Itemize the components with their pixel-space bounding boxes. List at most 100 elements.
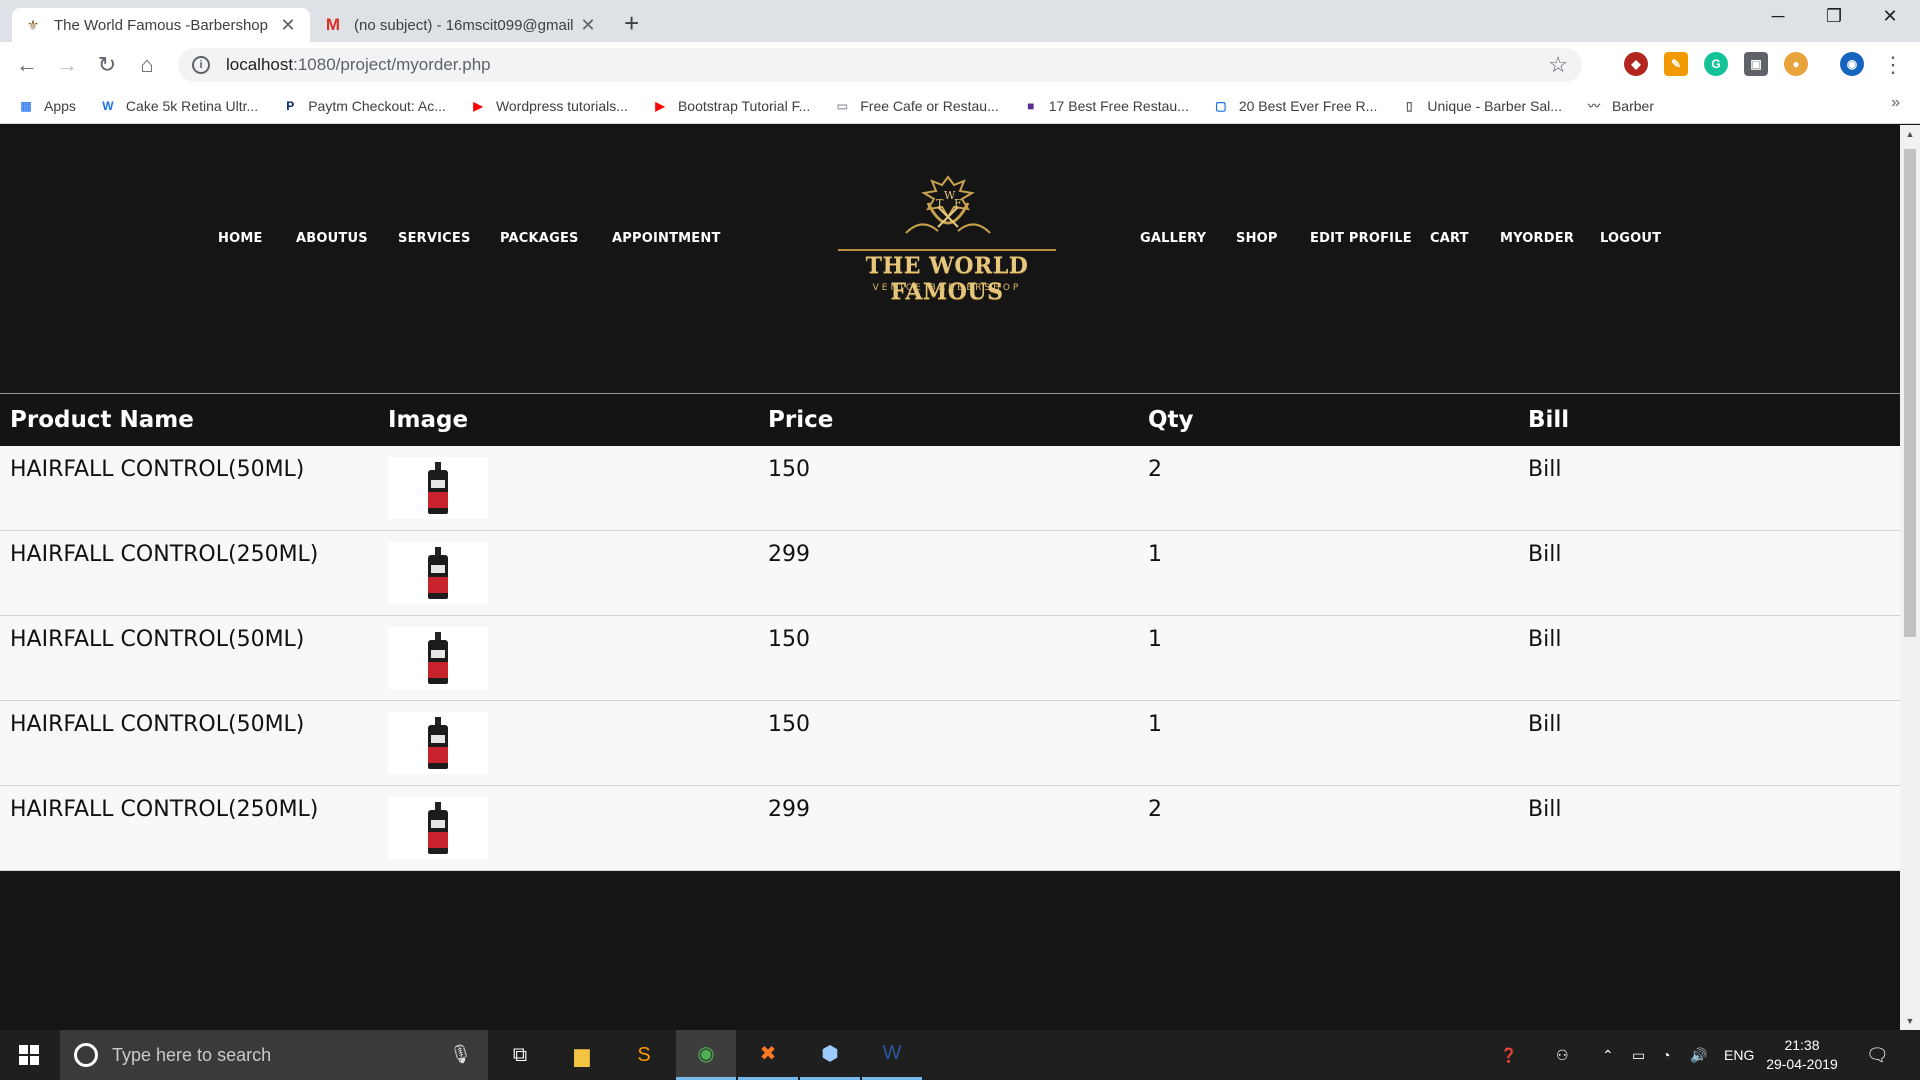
file-explorer-icon[interactable]: ▆ [552, 1030, 612, 1080]
site-logo[interactable]: T W F THE WORLD FAMOUS VENICE BARBERSHOP [808, 173, 1086, 305]
nav-edit-profile[interactable]: EDIT PROFILE [1310, 231, 1412, 246]
bill-link[interactable]: Bill [1518, 445, 1900, 531]
image-icon: ▭ [836, 98, 848, 113]
table-row: HAIRFALL CONTROL(50ML) 150 2 Bill [0, 445, 1900, 531]
bookmark-apps[interactable]: ▦ Apps [18, 98, 76, 114]
product-image-cell [378, 530, 758, 616]
product-image-cell [378, 445, 758, 531]
wifi-icon[interactable]: ◔ [1662, 1030, 1670, 1080]
language-indicator[interactable]: ENG [1724, 1030, 1754, 1080]
nav-gallery[interactable]: GALLERY [1140, 231, 1206, 246]
nav-cart[interactable]: CART [1430, 231, 1469, 246]
home-icon[interactable]: ⌂ [132, 50, 162, 80]
battery-icon[interactable]: ▭ [1632, 1030, 1645, 1080]
bill-link[interactable]: Bill [1518, 530, 1900, 616]
menu-kebab-icon[interactable]: ⋮ [1878, 50, 1908, 80]
people-icon[interactable]: ⚇ [1556, 1030, 1569, 1080]
help-icon[interactable]: ❓ [1500, 1030, 1517, 1080]
table-row: HAIRFALL CONTROL(250ML) 299 2 Bill [0, 785, 1900, 871]
nav-aboutus[interactable]: ABOUTUS [296, 231, 368, 246]
task-view-icon[interactable]: ⧉ [490, 1030, 550, 1080]
bookmark-wordpress[interactable]: ▶ Wordpress tutorials... [470, 98, 628, 114]
table-row: HAIRFALL CONTROL(250ML) 299 1 Bill [0, 530, 1900, 616]
bookmark-barber[interactable]: 〰 Barber [1586, 98, 1654, 114]
shampoo-bottle-icon [426, 632, 450, 684]
nav-myorder[interactable]: MYORDER [1500, 231, 1574, 246]
price-cell: 299 [758, 530, 1138, 616]
tab-barbershop[interactable]: ⚜ The World Famous -Barbershop ✕ [12, 8, 310, 42]
product-name-cell: HAIRFALL CONTROL(250ML) [0, 530, 378, 616]
logo-letter-f: F [954, 197, 962, 210]
nav-shop[interactable]: SHOP [1236, 231, 1278, 246]
taskbar-search-box[interactable]: Type here to search 🎙 [60, 1030, 488, 1080]
address-bar[interactable]: i localhost:1080/project/myorder.php ☆ [178, 48, 1582, 82]
nav-packages[interactable]: PACKAGES [500, 231, 579, 246]
reload-icon[interactable]: ↻ [92, 50, 122, 80]
shield-extension-icon[interactable]: ◆ [1624, 52, 1648, 76]
puzzle-extension-icon[interactable]: ▣ [1744, 52, 1768, 76]
chrome-icon[interactable]: ◉ [676, 1030, 736, 1080]
bill-link[interactable]: Bill [1518, 700, 1900, 786]
bookmark-unique[interactable]: ▯ Unique - Barber Sal... [1401, 98, 1562, 114]
bookmark-bootstrap[interactable]: ▶ Bootstrap Tutorial F... [652, 98, 810, 114]
bookmark-20-best[interactable]: ▢ 20 Best Ever Free R... [1213, 98, 1377, 114]
column-header: Bill [1518, 393, 1900, 446]
scroll-up-icon[interactable]: ▲ [1900, 125, 1920, 143]
bill-link[interactable]: Bill [1518, 785, 1900, 871]
w-icon: W [102, 98, 114, 113]
nav-home[interactable]: HOME [218, 231, 263, 246]
bookmark-paytm[interactable]: P Paytm Checkout: Ac... [282, 98, 446, 114]
notifications-icon[interactable]: 🗨 [1866, 1030, 1889, 1080]
close-tab-icon[interactable]: ✕ [578, 15, 598, 36]
bookmarks-overflow-icon[interactable]: » [1891, 94, 1900, 112]
shampoo-bottle-icon [426, 717, 450, 769]
cube-app-icon[interactable]: ⬢ [800, 1030, 860, 1080]
restore-button[interactable]: ❐ [1814, 6, 1854, 27]
new-tab-button[interactable]: + [624, 10, 639, 36]
word-icon[interactable]: W [862, 1030, 922, 1080]
bookmark-star-icon[interactable]: ☆ [1548, 52, 1568, 78]
sublime-text-icon[interactable]: S [614, 1030, 674, 1080]
bill-link[interactable]: Bill [1518, 615, 1900, 701]
nav-services[interactable]: SERVICES [398, 231, 471, 246]
nav-appointment[interactable]: APPOINTMENT [612, 231, 721, 246]
profile-avatar-icon[interactable]: ◉ [1840, 52, 1864, 76]
grammarly-extension-icon[interactable]: G [1704, 52, 1728, 76]
forward-arrow-icon[interactable]: → [52, 50, 82, 80]
colorlib-icon: ■ [1027, 98, 1035, 113]
xampp-icon[interactable]: ✖ [738, 1030, 798, 1080]
scroll-down-icon[interactable]: ▼ [1900, 1012, 1920, 1030]
show-hidden-icons-icon[interactable]: ⌃ [1602, 1030, 1614, 1080]
bookmark-17-best[interactable]: ■ 17 Best Free Restau... [1023, 98, 1189, 114]
bookmark-cake[interactable]: W Cake 5k Retina Ultr... [100, 98, 258, 114]
minimize-button[interactable]: ─ [1758, 6, 1798, 27]
taskbar: Type here to search 🎙 ⧉ ▆ S ◉ ✖ ⬢ W ❓ ⚇ … [0, 1030, 1920, 1080]
bookmark-label: Free Cafe or Restau... [860, 97, 999, 114]
back-arrow-icon[interactable]: ← [12, 50, 42, 80]
start-button[interactable] [0, 1030, 58, 1080]
logo-letter-t: T [936, 197, 944, 210]
nav-logout[interactable]: LOGOUT [1600, 231, 1661, 246]
bookmarks-bar: ▦ Apps W Cake 5k Retina Ultr... P Paytm … [0, 88, 1920, 124]
close-window-button[interactable]: ✕ [1870, 6, 1910, 27]
product-name-cell: HAIRFALL CONTROL(50ML) [0, 615, 378, 701]
windows-logo-icon [19, 1045, 39, 1065]
site-info-icon[interactable]: i [192, 56, 210, 74]
clock[interactable]: 21:38 29-04-2019 [1762, 1036, 1842, 1074]
cookie-extension-icon[interactable]: ● [1784, 52, 1808, 76]
paytm-icon: P [286, 98, 295, 113]
volume-icon[interactable]: 🔊 [1690, 1030, 1707, 1080]
tab-gmail[interactable]: M (no subject) - 16mscit099@gmail ✕ [312, 8, 610, 42]
product-image-cell [378, 700, 758, 786]
product-thumbnail [388, 542, 488, 604]
site-header: HOME ABOUTUS SERVICES PACKAGES APPOINTME… [0, 125, 1900, 393]
gmail-icon: M [325, 15, 341, 34]
eyedropper-extension-icon[interactable]: ✎ [1664, 52, 1688, 76]
bookmark-free-cafe[interactable]: ▭ Free Cafe or Restau... [834, 98, 999, 114]
microphone-icon[interactable]: 🎙 [449, 1044, 472, 1065]
page-scrollbar[interactable]: ▲ ▼ [1900, 125, 1920, 1030]
qty-cell: 2 [1138, 785, 1518, 871]
close-tab-icon[interactable]: ✕ [278, 15, 298, 36]
product-name-cell: HAIRFALL CONTROL(250ML) [0, 785, 378, 871]
scrollbar-thumb[interactable] [1904, 149, 1916, 637]
